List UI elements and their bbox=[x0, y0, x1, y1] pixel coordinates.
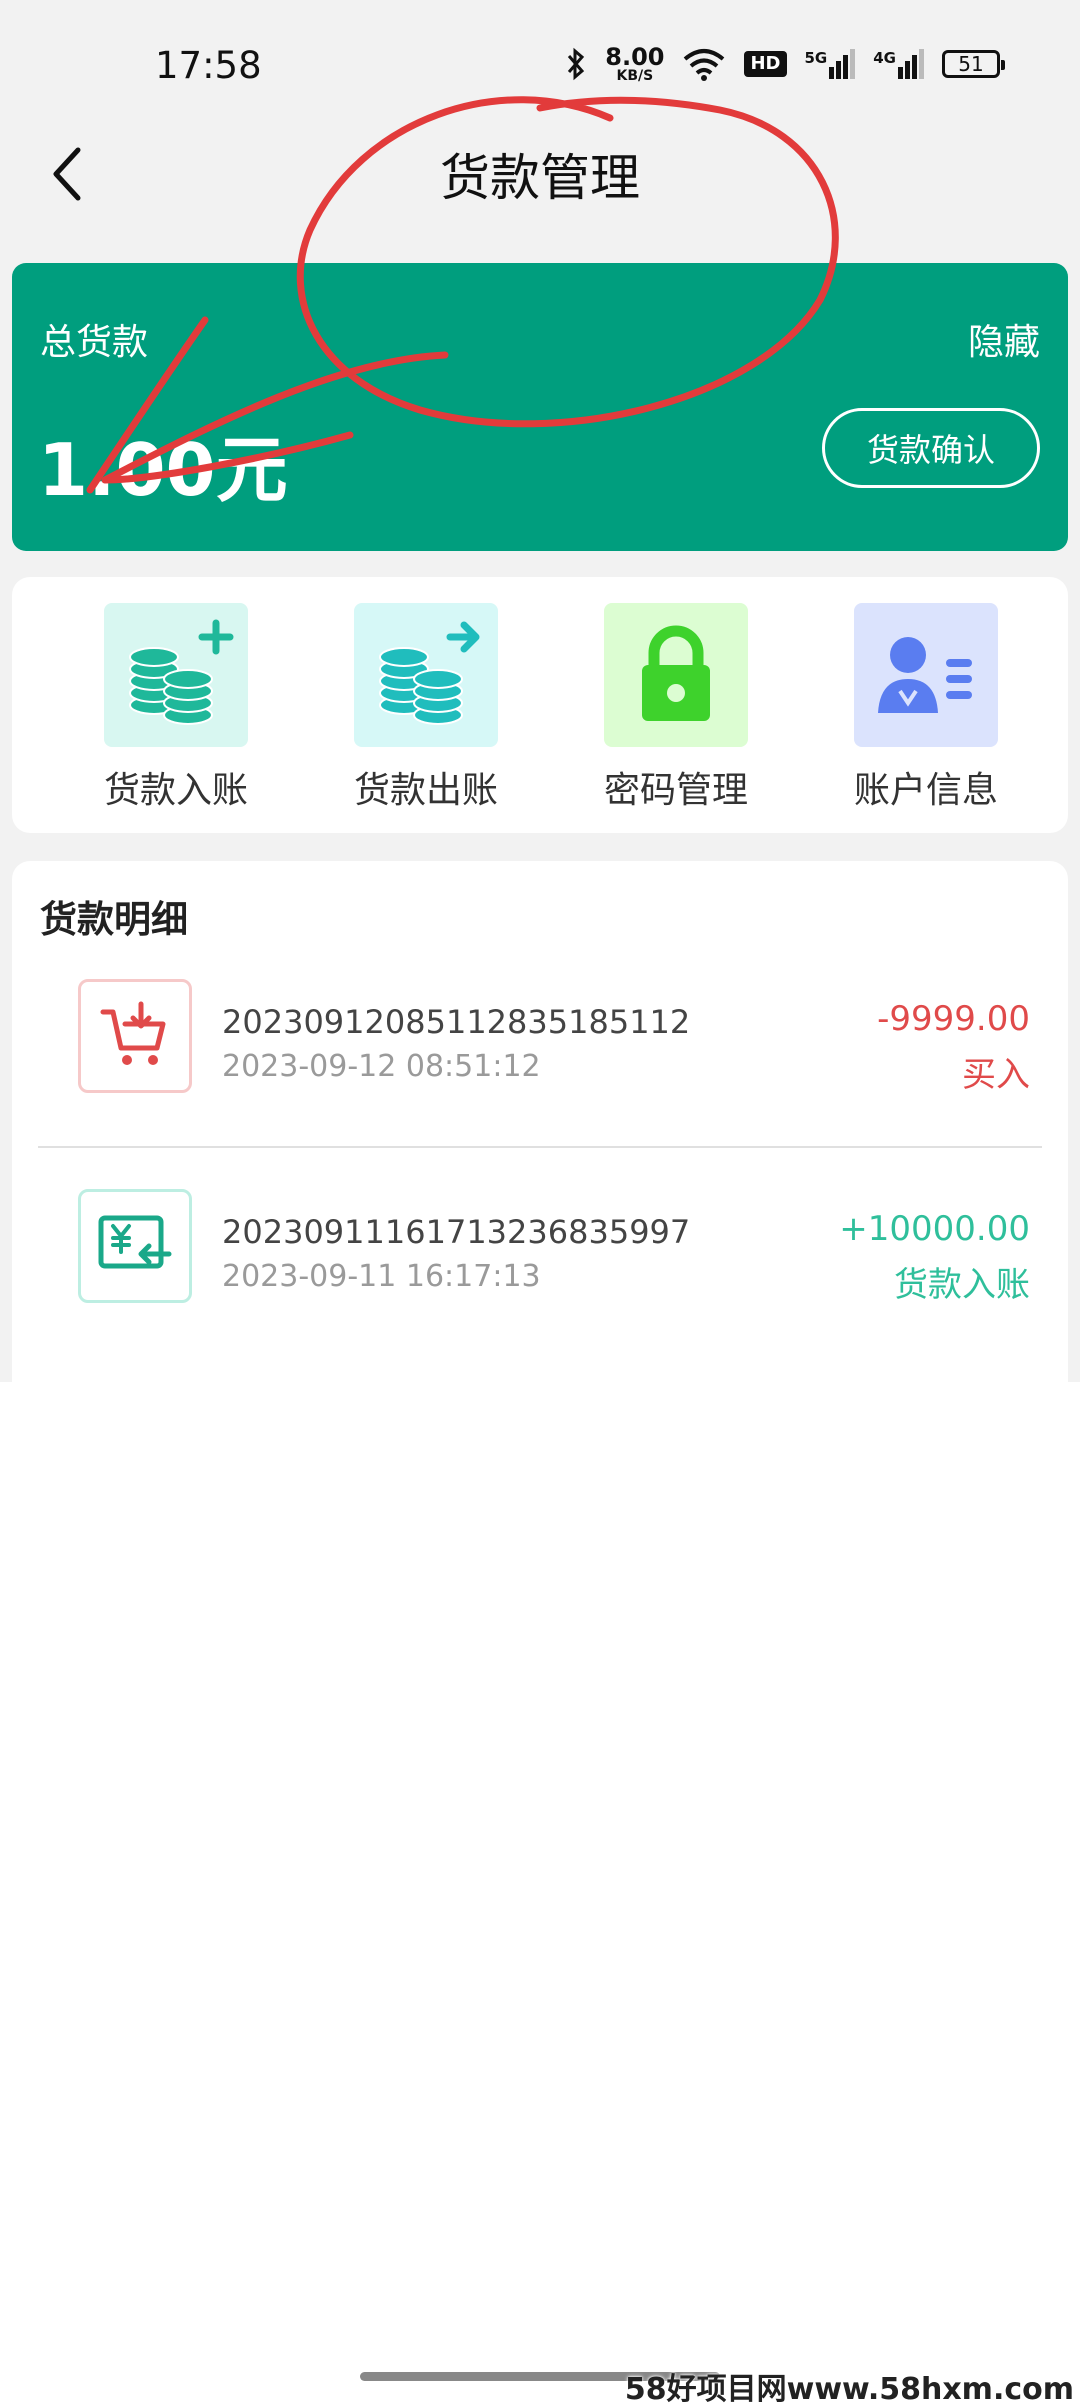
page-title: 货款管理 bbox=[440, 149, 640, 207]
divider bbox=[38, 1146, 1042, 1148]
yuan-transfer-icon bbox=[98, 1215, 172, 1269]
status-icons: 8.00 KB/S HD 5G 4G 51 bbox=[565, 44, 1005, 84]
record-amount: -9999.00 bbox=[877, 999, 1030, 1039]
record-date: 2023-09-11 16:17:13 bbox=[222, 1259, 541, 1294]
record-id: 20230911161713236835997 bbox=[222, 1213, 691, 1251]
action-label: 账户信息 bbox=[853, 770, 998, 811]
wifi-icon bbox=[684, 49, 725, 81]
actions-card: 货款入账 货款出账 密码管理 账户信息 bbox=[12, 577, 1068, 833]
status-bar: 17:58 8.00 KB/S HD 5G 4G 51 bbox=[0, 0, 1080, 130]
balance-amount: 1.00元 bbox=[38, 428, 288, 512]
battery-level: 51 bbox=[958, 52, 984, 76]
coins-plus-icon bbox=[129, 619, 234, 725]
action-label: 货款出账 bbox=[353, 770, 498, 811]
record-type: 货款入账 bbox=[894, 1265, 1030, 1305]
network-speed-value: 8.00 bbox=[605, 43, 665, 71]
balance-label: 总货款 bbox=[40, 322, 149, 363]
balance-card: 总货款 隐藏 1.00元 货款确认 bbox=[12, 263, 1068, 551]
sim1-label: 5G bbox=[804, 49, 828, 67]
details-title: 货款明细 bbox=[40, 898, 188, 941]
action-payment-in[interactable]: 货款入账 bbox=[76, 603, 276, 813]
action-tile bbox=[854, 603, 998, 747]
action-label: 货款入账 bbox=[103, 770, 248, 811]
confirm-payment-button[interactable]: 货款确认 bbox=[822, 408, 1040, 488]
watermark-text: 58好项目网www.58hxm.com bbox=[624, 2372, 1074, 2407]
network-speed-unit: KB/S bbox=[616, 68, 654, 84]
lock-icon bbox=[642, 625, 710, 721]
coins-arrow-icon bbox=[379, 621, 480, 725]
details-card: 货款明细 20230912085112835185112 2023-09-12 … bbox=[12, 861, 1068, 1382]
cart-download-icon bbox=[100, 1001, 166, 1065]
action-account-info[interactable]: 账户信息 bbox=[826, 603, 1026, 813]
list-item[interactable]: 20230912085112835185112 2023-09-12 08:51… bbox=[12, 961, 1068, 1161]
record-amount: +10000.00 bbox=[839, 1209, 1030, 1249]
list-item[interactable]: 20230911161713236835997 2023-09-11 16:17… bbox=[12, 1171, 1068, 1371]
network-speed: 8.00 KB/S bbox=[605, 45, 664, 83]
record-type: 买入 bbox=[962, 1055, 1030, 1095]
action-tile bbox=[604, 603, 748, 747]
record-icon-box bbox=[78, 1189, 192, 1303]
action-payment-out[interactable]: 货款出账 bbox=[326, 603, 526, 813]
account-card-icon bbox=[878, 637, 972, 713]
hide-balance-button[interactable]: 隐藏 bbox=[968, 313, 1040, 365]
sim2-label: 4G bbox=[873, 49, 896, 67]
signal-sim2-icon: 4G bbox=[873, 49, 924, 79]
status-time: 17:58 bbox=[155, 44, 262, 87]
record-icon-box bbox=[78, 979, 192, 1093]
bluetooth-icon bbox=[568, 47, 585, 81]
action-label: 密码管理 bbox=[603, 770, 748, 811]
signal-sim1-icon: 5G bbox=[805, 49, 856, 79]
record-id: 20230912085112835185112 bbox=[222, 1003, 691, 1041]
action-tile bbox=[354, 603, 498, 747]
hd-voice-badge: HD bbox=[744, 51, 787, 77]
action-tile bbox=[104, 603, 248, 747]
record-date: 2023-09-12 08:51:12 bbox=[222, 1049, 541, 1084]
action-password[interactable]: 密码管理 bbox=[576, 603, 776, 813]
battery-icon: 51 bbox=[942, 50, 1005, 78]
